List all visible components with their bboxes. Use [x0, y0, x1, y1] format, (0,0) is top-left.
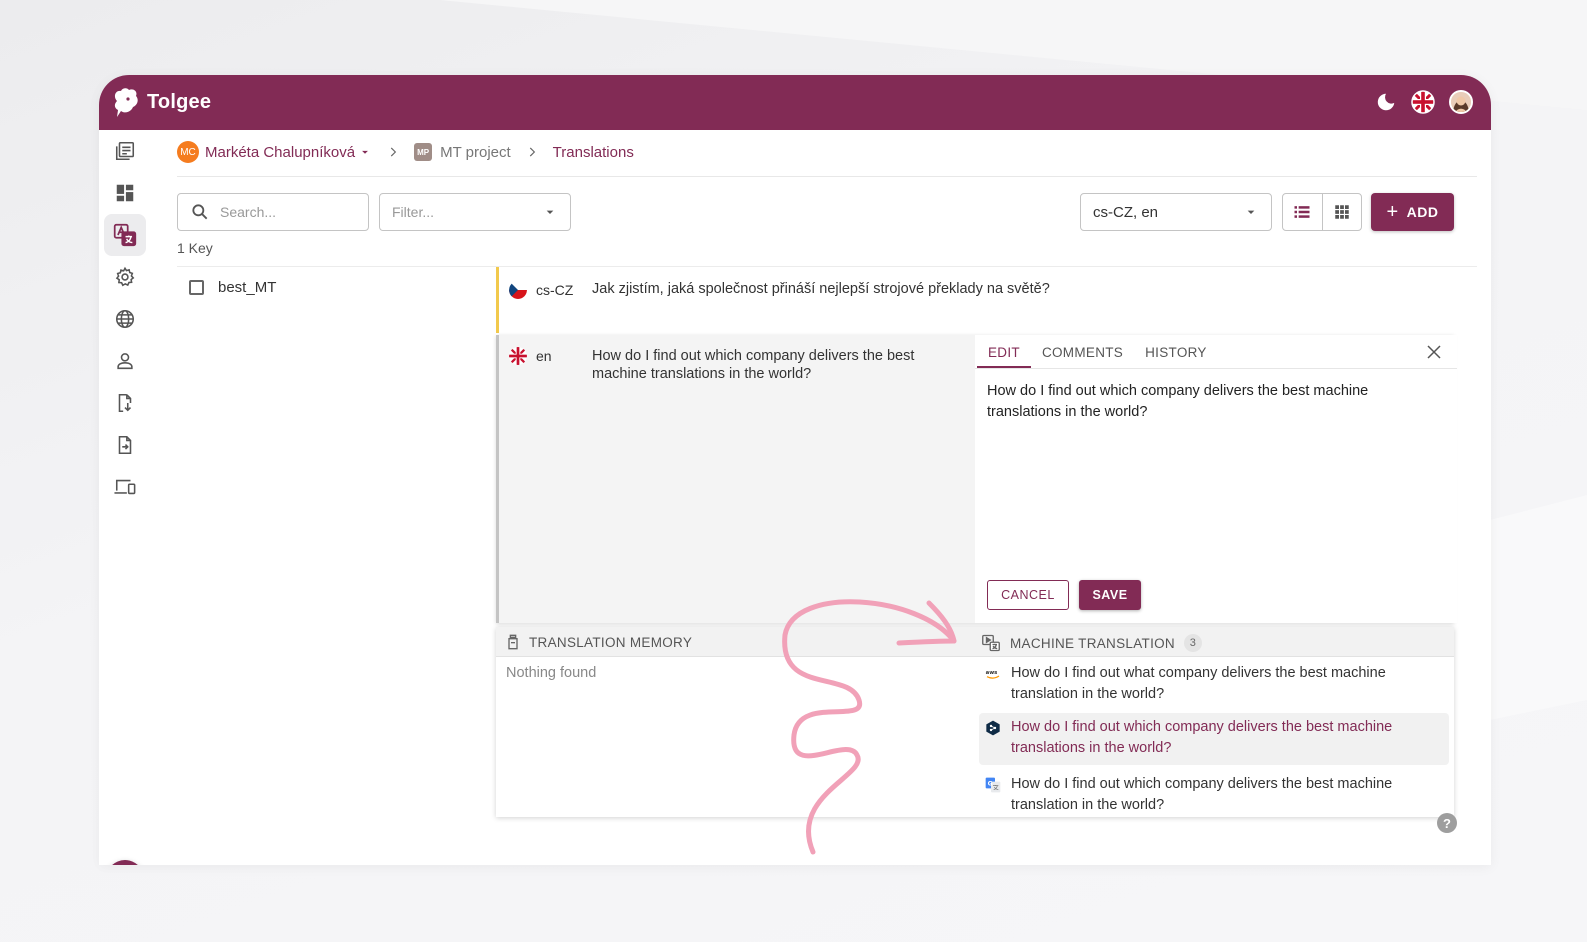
breadcrumb: MC Markéta Chalupníková MP MT project Tr… [177, 141, 634, 163]
brand[interactable]: Tolgee [111, 87, 211, 119]
cancel-button[interactable]: CANCEL [987, 580, 1069, 610]
translation-tools-panel: TRANSLATION MEMORY MACHINE TRANSLATION 3… [496, 627, 1454, 817]
grid-view-icon [1335, 205, 1349, 219]
languages-value: cs-CZ, en [1093, 203, 1159, 221]
sidebar-item-dashboard[interactable] [104, 172, 146, 214]
org-avatar: MC [177, 141, 199, 163]
import-icon [118, 393, 132, 413]
language-tag-cs: cs-CZ [509, 281, 573, 299]
plus-icon: + [1386, 201, 1399, 223]
memory-jar-icon [508, 634, 518, 650]
tab-comments[interactable]: COMMENTS [1031, 345, 1134, 368]
sidebar-item-members[interactable] [104, 340, 146, 382]
tab-history[interactable]: HISTORY [1134, 345, 1218, 368]
flag-cz-icon [509, 281, 527, 299]
language-code: en [536, 348, 552, 364]
list-view-icon [1294, 206, 1310, 218]
search-icon [192, 204, 208, 220]
aws-icon: aws [986, 670, 1000, 679]
mt-suggestion[interactable]: aws How do I find out what company deliv… [979, 659, 1449, 711]
mt-suggestion[interactable]: G How do I find out which company delive… [979, 770, 1449, 822]
svg-text:G: G [988, 781, 993, 788]
machine-translation-title: MACHINE TRANSLATION 3 [981, 634, 1202, 652]
language-tag-en: en [509, 347, 552, 365]
devices-icon [114, 479, 136, 495]
tools-header: TRANSLATION MEMORY MACHINE TRANSLATION 3 [496, 627, 1454, 657]
brand-name: Tolgee [147, 91, 212, 113]
breadcrumb-current[interactable]: Translations [553, 144, 634, 161]
translation-memory-title: TRANSLATION MEMORY [506, 634, 692, 650]
tolgee-logo-icon [114, 87, 138, 117]
dark-mode-icon[interactable] [1375, 91, 1397, 113]
filter-placeholder: Filter... [392, 204, 435, 220]
gear-icon [115, 266, 135, 287]
flag-uk-icon [509, 347, 527, 365]
person-icon [117, 353, 133, 370]
table-view-button[interactable] [1321, 194, 1361, 230]
translation-cell-cs[interactable]: cs-CZ Jak zjistím, jaká společnost přiná… [496, 267, 1454, 333]
mt-count-badge: 3 [1183, 634, 1202, 652]
translation-text: Jak zjistím, jaká společnost přináší nej… [592, 281, 1050, 297]
help-button[interactable]: ? [1437, 813, 1457, 833]
sidebar-item-import[interactable] [104, 382, 146, 424]
translations-icon [113, 223, 137, 247]
translation-textarea[interactable]: How do I find out which company delivers… [987, 381, 1417, 423]
sidebar-item-languages[interactable] [104, 298, 146, 340]
chevron-right-icon [529, 147, 535, 157]
languages-select[interactable]: cs-CZ, en [1080, 193, 1272, 231]
deepl-icon [986, 720, 1000, 736]
chat-button[interactable] [106, 860, 144, 865]
mt-suggestion[interactable]: How do I find out which company delivers… [979, 713, 1449, 765]
editor-tabs: EDIT COMMENTS HISTORY [975, 335, 1457, 369]
save-button[interactable]: SAVE [1079, 580, 1141, 610]
sidebar-item-integrate[interactable] [104, 466, 146, 508]
project-name: MT project [440, 143, 511, 161]
sidebar-item-translations[interactable] [104, 214, 146, 256]
breadcrumb-organization[interactable]: MC Markéta Chalupníková [177, 141, 372, 163]
search-field[interactable] [177, 193, 369, 231]
key-checkbox[interactable] [189, 280, 204, 295]
close-icon[interactable] [1425, 343, 1443, 361]
caret-down-icon [362, 150, 369, 154]
key-row: best_MT [189, 279, 276, 296]
language-flag-uk-icon[interactable] [1411, 90, 1435, 114]
dashboard-icon [116, 184, 134, 202]
language-code: cs-CZ [536, 282, 574, 298]
user-avatar[interactable] [1449, 90, 1473, 114]
list-view-button[interactable] [1283, 194, 1322, 230]
caret-down-icon [546, 210, 554, 214]
breadcrumb-project[interactable]: MP MT project [414, 143, 511, 161]
sidebar-item-export[interactable] [104, 424, 146, 466]
projects-icon [115, 141, 135, 161]
org-name: Markéta Chalupníková [205, 143, 356, 161]
export-icon [118, 435, 132, 455]
key-name[interactable]: best_MT [218, 279, 276, 296]
globe-icon [115, 309, 135, 329]
svg-text:aws: aws [986, 670, 998, 676]
machine-translation-icon [982, 634, 1000, 652]
filter-select[interactable]: Filter... [379, 193, 571, 231]
translation-cell-en: en How do I find out which company deliv… [496, 335, 1457, 623]
add-label: ADD [1406, 204, 1439, 220]
key-count: 1 Key [177, 240, 213, 256]
app-window: Tolgee MC Markéta Chalupníková MP MT pro… [99, 75, 1491, 865]
sidebar-item-settings[interactable] [104, 256, 146, 298]
translation-text: How do I find out which company delivers… [592, 348, 915, 382]
top-bar: Tolgee [99, 75, 1491, 130]
chevron-right-icon [390, 147, 397, 157]
translation-memory-empty: Nothing found [506, 665, 597, 681]
tab-edit[interactable]: EDIT [977, 345, 1031, 368]
sidebar-item-projects[interactable] [104, 130, 146, 172]
divider [177, 176, 1477, 177]
caret-down-icon [1247, 210, 1255, 214]
sidebar [99, 130, 151, 865]
google-translate-icon: G [985, 777, 1001, 793]
add-button[interactable]: + ADD [1371, 193, 1454, 231]
search-input[interactable] [220, 204, 360, 220]
translation-editor: EDIT COMMENTS HISTORY How do I find out … [975, 335, 1457, 623]
project-avatar: MP [414, 143, 433, 161]
view-toggle [1282, 193, 1362, 231]
